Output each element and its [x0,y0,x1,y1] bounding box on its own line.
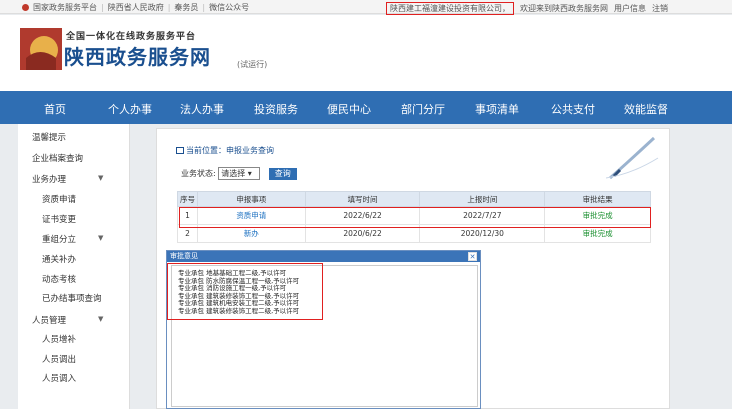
sidebar-item-business[interactable]: 业务办理 [32,173,66,185]
nav-supervision[interactable]: 效能监督 [624,101,668,117]
dialog-highlight-box [167,263,323,320]
sidebar-item-transfer-out[interactable]: 人员调出 [42,353,76,365]
top-link-national[interactable]: 国家政务服务平台 [33,3,97,12]
sidebar-item-transfer-in[interactable]: 人员调入 [42,372,76,384]
sidebar-item-assessment[interactable]: 动态考核 [42,273,76,285]
chevron-down-icon[interactable]: ▼ [98,174,103,182]
approval-dialog: 审批意见 ✕ 专业承包 地基基础工程二级,予以许可 专业承包 防水防腐保温工程一… [166,250,481,409]
top-bar: 国家政务服务平台 | 陕西省人民政府 | 秦务员 | 微信公众号 陕西建工福潼建设投资有限公… [0,0,732,15]
col-item: 申报事项 [196,191,306,207]
nav-legal[interactable]: 法人办事 [180,101,224,117]
dialog-title: 审批意见 [170,252,198,260]
table-header-row: 序号 申报事项 填写时间 上报时间 审批结果 [177,191,651,207]
row-highlight-box [179,207,651,228]
sidebar: 温馨提示 企业档案查询 业务办理 ▼ 资质申请 证书变更 重组分立 ▼ 通关补办… [18,124,130,409]
logout-link[interactable]: 注销 [652,4,668,13]
status-select-value: 请选择 [221,169,246,178]
divider: | [101,3,104,12]
col-result: 审批结果 [544,191,651,207]
divider: | [167,3,171,12]
main-nav: 首页 个人办事 法人办事 投资服务 便民中心 部门分厅 事项清单 公共支付 效能… [0,91,732,124]
query-button[interactable]: 查询 [268,167,297,180]
welcome-text: 欢迎来到陕西政务服务网 [520,4,608,13]
divider: | [202,3,206,12]
nav-convenience[interactable]: 便民中心 [327,101,371,117]
chevron-down-icon[interactable]: ▼ [98,234,103,242]
site-logo-icon [20,28,62,70]
sidebar-item-completed[interactable]: 已办结事项查询 [42,292,102,304]
col-report-time: 上报时间 [419,191,546,207]
top-link-qinwuyuan[interactable]: 秦务员 [174,3,198,12]
sidebar-item-personnel[interactable]: 人员管理 [32,314,66,326]
company-name: 陕西建工福潼建设投资有限公司， [386,2,514,15]
breadcrumb-current: 申报业务查询 [226,146,274,155]
sidebar-item-reissue[interactable]: 通关补办 [42,253,76,265]
filter-row: 业务状态: 请选择 ▾ 查询 [181,167,297,180]
nav-investment[interactable]: 投资服务 [254,101,298,117]
col-index: 序号 [177,191,198,207]
pen-icon [606,136,659,180]
dialog-title-bar: 审批意见 [167,251,480,262]
breadcrumb-prefix: 当前位置： [186,146,226,155]
nav-items-list[interactable]: 事项清单 [475,101,519,117]
site-header: 全国一体化在线政务服务平台 陕西政务服务网 (试运行) [0,15,732,91]
status-select[interactable]: 请选择 ▾ [218,167,261,180]
nav-personal[interactable]: 个人办事 [108,101,152,117]
sidebar-item-tips[interactable]: 温馨提示 [32,131,66,143]
site-name: 陕西政务服务网 [64,45,211,69]
col-fill-time: 填写时间 [304,191,421,207]
top-link-wechat[interactable]: 微信公众号 [209,3,249,12]
nav-departments[interactable]: 部门分厅 [401,101,445,117]
status-label: 业务状态: [181,169,216,178]
sidebar-item-archive[interactable]: 企业档案查询 [32,152,83,164]
breadcrumb: 当前位置：申报业务查询 [176,145,274,156]
nav-payment[interactable]: 公共支付 [551,101,595,117]
close-icon[interactable]: ✕ [468,252,477,261]
chevron-down-icon[interactable]: ▼ [98,315,103,323]
sidebar-item-add-person[interactable]: 人员增补 [42,333,76,345]
sidebar-item-restructure[interactable]: 重组分立 [42,233,76,245]
user-area: 陕西建工福潼建设投资有限公司， 欢迎来到陕西政务服务网 用户信息 注销 [386,2,674,15]
sidebar-item-cert-change[interactable]: 证书变更 [42,213,76,225]
user-info-link[interactable]: 用户信息 [614,4,646,13]
trial-label: (试运行) [237,60,268,69]
nav-home[interactable]: 首页 [44,101,66,117]
top-link-province[interactable]: 陕西省人民政府 [108,3,164,12]
top-links: 国家政务服务平台 | 陕西省人民政府 | 秦务员 | 微信公众号 [22,2,253,13]
location-icon [176,147,184,154]
gov-emblem-icon [22,4,29,11]
sidebar-item-qualification[interactable]: 资质申请 [42,193,76,205]
